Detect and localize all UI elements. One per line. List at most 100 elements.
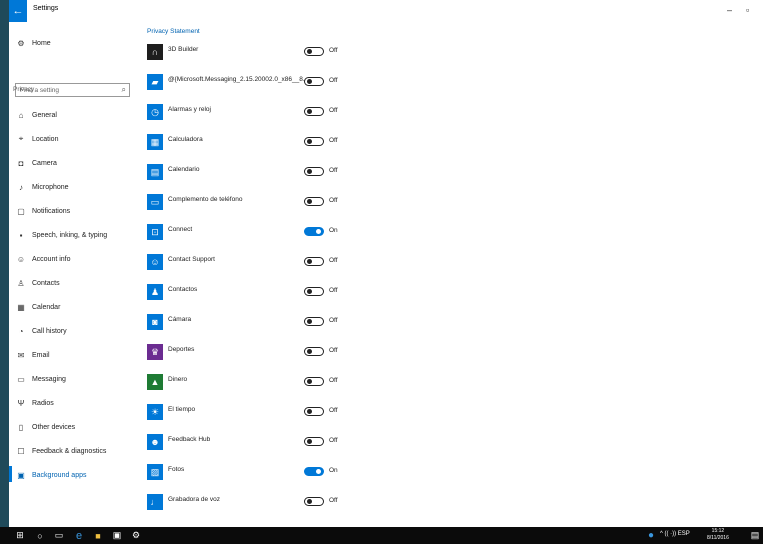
camera-icon: ◘ bbox=[18, 158, 24, 168]
toggle-state-label: Off bbox=[329, 77, 338, 84]
background-toggle[interactable] bbox=[304, 467, 324, 476]
section-heading: Privacy bbox=[13, 86, 35, 93]
background-toggle[interactable] bbox=[304, 77, 324, 86]
account-info-icon: ☺ bbox=[16, 254, 26, 264]
sidebar-item-notifications[interactable]: ▢ Notifications bbox=[15, 202, 70, 220]
toggle-state-label: Off bbox=[329, 197, 338, 204]
privacy-statement-link[interactable]: Privacy Statement bbox=[147, 28, 200, 35]
sidebar-item-feedback-diagnostics[interactable]: ☐ Feedback & diagnostics bbox=[15, 442, 106, 460]
app-row: ♛ Deportes Off bbox=[147, 344, 387, 364]
background-toggle[interactable] bbox=[304, 257, 324, 266]
sidebar-item-radios[interactable]: Ψ Radios bbox=[15, 394, 54, 412]
toggle-state-label: On bbox=[329, 467, 338, 474]
background-toggle[interactable] bbox=[304, 227, 324, 236]
phone-companion-icon: ▭ bbox=[147, 194, 163, 210]
sidebar-item-other-devices[interactable]: ▯ Other devices bbox=[15, 418, 75, 436]
background-toggle[interactable] bbox=[304, 347, 324, 356]
weather-icon: ☀ bbox=[147, 404, 163, 420]
background-toggle[interactable] bbox=[304, 107, 324, 116]
sidebar-item-speech-inking-typing[interactable]: ▪ Speech, inking, & typing bbox=[15, 226, 108, 244]
toggle-knob bbox=[307, 499, 312, 504]
folder-icon: ■ bbox=[95, 530, 101, 541]
store-button[interactable]: ▣ bbox=[110, 527, 124, 544]
app-row: ♟ Contactos Off bbox=[147, 284, 387, 304]
cortana-icon: ○ bbox=[37, 530, 43, 541]
location-icon: ⌖ bbox=[18, 134, 24, 143]
speech-icon: ▪ bbox=[19, 230, 23, 240]
cortana-button[interactable]: ○ bbox=[33, 527, 47, 544]
start-button[interactable]: ⊞ bbox=[13, 527, 27, 544]
background-toggle[interactable] bbox=[304, 167, 324, 176]
call-history-icon: ◔ bbox=[18, 326, 24, 336]
app-row: ▰ @{Microsoft.Messaging_2.15.20002.0_x86_… bbox=[147, 74, 387, 94]
app-row: ☻ Feedback Hub Off bbox=[147, 434, 387, 454]
sidebar-item-messaging[interactable]: ▭ Messaging bbox=[15, 370, 66, 388]
main-panel: Privacy Statement ∩ 3D Builder Off ▰ @{Micro… bbox=[133, 24, 763, 527]
toggle-state-label: Off bbox=[329, 407, 338, 414]
sports-icon: ♛ bbox=[147, 344, 163, 360]
background-apps-icon: ▣ bbox=[17, 470, 25, 480]
home-nav[interactable]: ⚙ Home bbox=[15, 34, 50, 52]
toggle-state-label: On bbox=[329, 227, 338, 234]
task-view-button[interactable]: ▭ bbox=[52, 527, 66, 544]
toggle-state-label: Off bbox=[329, 137, 338, 144]
toggle-knob bbox=[307, 289, 312, 294]
sidebar-item-general[interactable]: ⌂ General bbox=[15, 106, 57, 124]
back-button[interactable]: ← bbox=[9, 0, 27, 22]
app-name: Alarmas y reloj bbox=[168, 106, 211, 113]
contacts-icon: ♙ bbox=[17, 278, 25, 288]
background-toggle[interactable] bbox=[304, 317, 324, 326]
photos-icon: ▨ bbox=[147, 464, 163, 480]
help-icon: ● bbox=[647, 530, 655, 541]
action-center-button[interactable]: ▤ bbox=[748, 527, 762, 544]
sidebar-item-calendar[interactable]: ▦ Calendar bbox=[15, 298, 60, 316]
toggle-state-label: Off bbox=[329, 167, 338, 174]
microphone-icon: ♪ bbox=[19, 182, 23, 192]
lock-icon: ⌂ bbox=[18, 110, 24, 120]
toggle-knob bbox=[307, 169, 312, 174]
app-row: ◷ Alarmas y reloj Off bbox=[147, 104, 387, 124]
background-toggle[interactable] bbox=[304, 137, 324, 146]
sidebar-item-contacts[interactable]: ♙ Contacts bbox=[15, 274, 59, 292]
sidebar-item-email[interactable]: ✉ Email bbox=[15, 346, 50, 364]
toggle-knob bbox=[316, 469, 321, 474]
background-toggle[interactable] bbox=[304, 377, 324, 386]
sidebar-item-location[interactable]: ⌖ Location bbox=[15, 130, 59, 148]
toggle-knob bbox=[307, 199, 312, 204]
sidebar-item-microphone[interactable]: ♪ Microphone bbox=[15, 178, 69, 196]
app-name: Deportes bbox=[168, 346, 195, 353]
background-toggle[interactable] bbox=[304, 497, 324, 506]
help-tray-button[interactable]: ● bbox=[644, 527, 658, 544]
3d-builder-icon: ∩ bbox=[147, 44, 163, 60]
background-toggle[interactable] bbox=[304, 197, 324, 206]
voice-recorder-icon: ♩ bbox=[147, 494, 163, 510]
restore-button[interactable]: ▫ bbox=[746, 5, 749, 15]
sidebar-item-call-history[interactable]: ◔ Call history bbox=[15, 322, 67, 340]
app-name: Dinero bbox=[168, 376, 188, 383]
toggle-state-label: Off bbox=[329, 287, 338, 294]
app-row: ▤ Calendario Off bbox=[147, 164, 387, 184]
app-name: Calendario bbox=[168, 166, 200, 173]
settings-taskbar-button[interactable]: ⚙ bbox=[129, 527, 143, 544]
background-toggle[interactable] bbox=[304, 407, 324, 416]
clock[interactable]: 15:12 8/11/2016 bbox=[707, 528, 729, 541]
file-explorer-button[interactable]: ■ bbox=[91, 527, 105, 544]
settings-window: ← Settings – ▫ ⚙ Home Find a setting ⌕ P… bbox=[9, 0, 763, 527]
background-toggle[interactable] bbox=[304, 287, 324, 296]
toggle-knob bbox=[316, 229, 321, 234]
alarm-clock-icon: ◷ bbox=[147, 104, 163, 120]
task-view-icon: ▭ bbox=[54, 530, 64, 540]
app-name: Feedback Hub bbox=[168, 436, 211, 443]
system-tray[interactable]: ^ (( ·)) ESP bbox=[660, 531, 690, 537]
background-toggle[interactable] bbox=[304, 47, 324, 56]
minimize-button[interactable]: – bbox=[727, 5, 732, 15]
background-toggle[interactable] bbox=[304, 437, 324, 446]
sidebar-item-background-apps[interactable]: ▣ Background apps bbox=[15, 466, 86, 484]
app-name: Grabadora de voz bbox=[168, 496, 221, 503]
toggle-state-label: Off bbox=[329, 497, 338, 504]
money-icon: ▲ bbox=[147, 374, 163, 390]
edge-button[interactable]: e bbox=[72, 527, 86, 544]
sidebar-item-camera[interactable]: ◘ Camera bbox=[15, 154, 57, 172]
sidebar-item-account-info[interactable]: ☺ Account info bbox=[15, 250, 71, 268]
search-icon: ⌕ bbox=[121, 85, 126, 94]
